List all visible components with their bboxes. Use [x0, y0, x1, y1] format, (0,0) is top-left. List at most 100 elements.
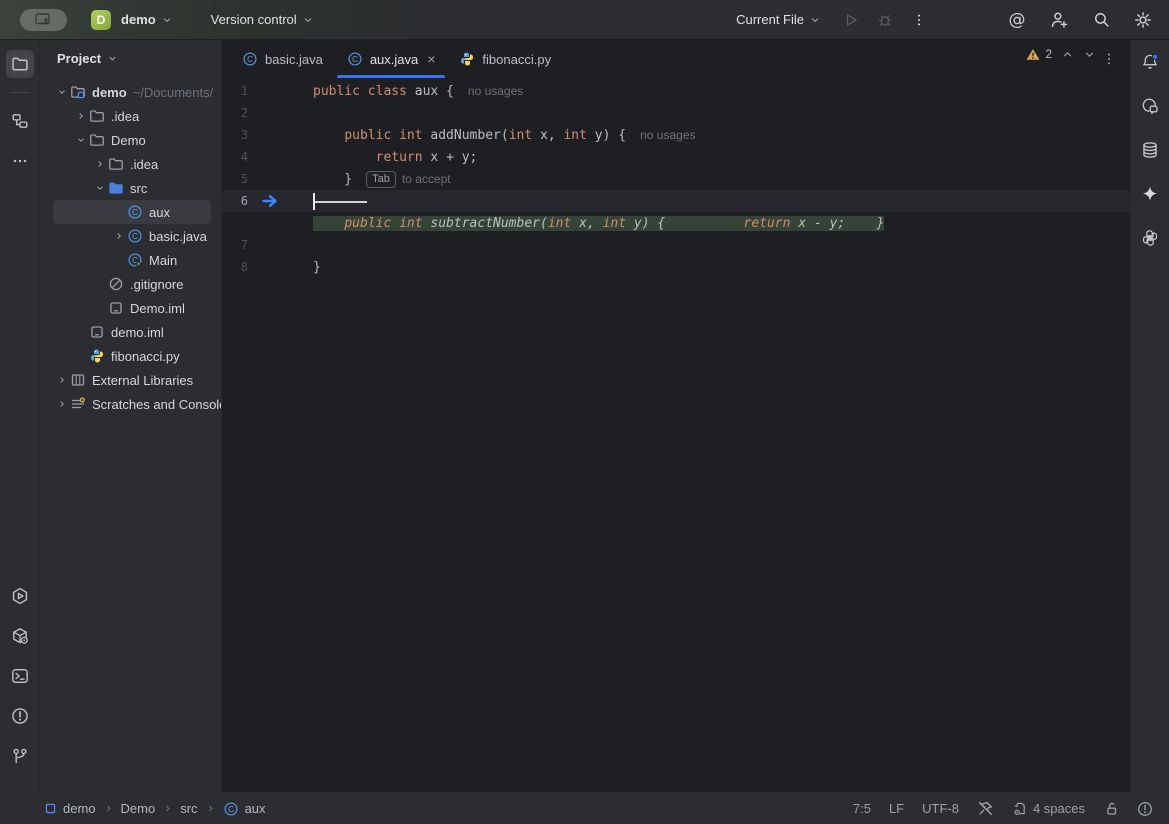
tree-item-src[interactable]: src — [53, 176, 211, 200]
project-switcher[interactable]: demo — [115, 8, 179, 31]
tree-item-aux[interactable]: Caux — [53, 200, 211, 224]
run-config-label: Current File — [736, 12, 804, 27]
chevron-placeholder — [91, 276, 108, 292]
screen-share-pill[interactable] — [20, 9, 67, 31]
chevron-down-icon — [809, 14, 821, 26]
chevron-right-icon[interactable] — [110, 228, 127, 244]
tree-item--idea[interactable]: .idea — [53, 152, 211, 176]
tree-item--idea[interactable]: .idea — [53, 104, 211, 128]
tool-strip-structure-button[interactable] — [6, 107, 34, 135]
chevron-placeholder — [110, 252, 127, 268]
tree-item-label: src — [130, 181, 147, 196]
tool-strip-assistant-button[interactable] — [1140, 96, 1160, 116]
gutter — [248, 194, 313, 208]
svg-text:C: C — [132, 208, 138, 217]
code-line-2[interactable]: 2 — [222, 102, 1130, 124]
chevron-down-icon[interactable] — [91, 180, 108, 196]
svg-text:C: C — [132, 232, 138, 241]
tree-item-scratches-and-consoles[interactable]: Scratches and Consoles — [53, 392, 211, 416]
tool-strip-python-mono-button[interactable] — [1140, 228, 1160, 248]
tool-strip-packages-button[interactable] — [6, 622, 34, 650]
git-icon — [11, 747, 29, 765]
tree-item-label: Demo — [111, 133, 146, 148]
tool-strip-terminal-button[interactable] — [6, 662, 34, 690]
project-panel-header[interactable]: Project — [40, 40, 221, 76]
tab-fibonacci-py[interactable]: fibonacci.py — [447, 40, 563, 78]
tree-item-demo[interactable]: Demo — [53, 128, 211, 152]
tool-strip-project-button[interactable] — [6, 50, 34, 78]
prev-problem-icon[interactable] — [1061, 48, 1074, 61]
tool-strip-services-button[interactable] — [6, 582, 34, 610]
tool-strip-problems-button[interactable] — [6, 702, 34, 730]
code-line-8[interactable]: 8} — [222, 256, 1130, 278]
code-line-4[interactable]: 4 return x + y; — [222, 146, 1130, 168]
run-icon[interactable] — [841, 10, 861, 30]
search-icon[interactable] — [1091, 10, 1111, 30]
keyword-token: public class — [313, 84, 415, 99]
warning-count[interactable]: 2 — [1045, 47, 1052, 61]
tool-strip-notifications-button[interactable] — [1140, 52, 1160, 72]
line-number: 3 — [222, 128, 248, 142]
usages-inlay-hint[interactable]: no usages — [640, 128, 695, 142]
add-user-icon[interactable] — [1049, 10, 1069, 30]
indent-widget[interactable]: 4 spaces — [1012, 801, 1085, 816]
line-separator-widget[interactable]: LF — [889, 801, 904, 816]
code-line-3[interactable]: 3 public int addNumber(int x, int y) {no… — [222, 124, 1130, 146]
code-line-1[interactable]: 1public class aux {no usages — [222, 80, 1130, 102]
chevron-right-icon[interactable] — [72, 108, 89, 124]
chevron-right-icon[interactable] — [91, 156, 108, 172]
tree-item-label: Scratches and Consoles — [92, 397, 221, 412]
close-icon[interactable]: × — [427, 52, 435, 66]
code-line-7[interactable]: 7 — [222, 234, 1130, 256]
breadcrumb-item-demo[interactable]: demo — [44, 801, 96, 816]
tree-item-fibonacci-py[interactable]: fibonacci.py — [53, 344, 211, 368]
breadcrumb-item-demo[interactable]: Demo — [121, 801, 156, 816]
mute-notifications-icon[interactable] — [977, 800, 994, 817]
unlocked-icon[interactable] — [1103, 801, 1119, 817]
chevron-down-icon[interactable] — [53, 84, 70, 100]
tool-strip-sparkle-button[interactable] — [1140, 184, 1160, 204]
tree-item-demo-iml[interactable]: Demo.iml — [53, 296, 211, 320]
settings-gear-icon[interactable] — [1133, 10, 1153, 30]
breadcrumb-item-aux[interactable]: Caux — [223, 801, 266, 817]
warning-icon[interactable] — [1026, 48, 1040, 61]
next-problem-icon[interactable] — [1083, 48, 1096, 61]
tree-item-basic-java[interactable]: Cbasic.java — [53, 224, 211, 248]
code-line-5[interactable]: 5 }Tabto accept — [222, 168, 1130, 190]
tab-label: aux.java — [370, 52, 418, 67]
project-avatar[interactable]: D — [91, 10, 111, 30]
ai-assistant-icon[interactable]: @ — [1007, 10, 1027, 30]
inline-completion-suggestion[interactable]: public int subtractNumber(int x, int y) … — [222, 212, 1130, 234]
tree-item-demo[interactable]: demo~/Documents/ — [53, 80, 211, 104]
tool-strip-database-button[interactable] — [1140, 140, 1160, 160]
chevron-down-icon[interactable] — [72, 132, 89, 148]
run-config-selector[interactable]: Current File — [730, 8, 827, 31]
tab-basic-java[interactable]: Cbasic.java — [230, 40, 335, 78]
code-line-6[interactable]: 6 — [222, 190, 1130, 212]
breadcrumb-item-src[interactable]: src — [180, 801, 197, 816]
vcs-widget[interactable]: Version control — [205, 8, 320, 31]
tree-item-label: basic.java — [149, 229, 207, 244]
vcs-label: Version control — [211, 12, 297, 27]
debug-icon[interactable] — [875, 10, 895, 30]
usages-inlay-hint[interactable]: no usages — [468, 84, 523, 98]
project-tree: demo~/Documents/.ideaDemo.ideasrcCauxCba… — [40, 76, 221, 792]
encoding-widget[interactable]: UTF-8 — [922, 801, 959, 816]
tool-strip-more-button[interactable] — [6, 147, 34, 175]
tree-item-main[interactable]: CMain — [53, 248, 211, 272]
tree-item--gitignore[interactable]: .gitignore — [53, 272, 211, 296]
chevron-right-icon[interactable] — [53, 372, 70, 388]
folder-icon — [89, 108, 107, 124]
tree-item-external-libraries[interactable]: External Libraries — [53, 368, 211, 392]
tab-aux-java[interactable]: Caux.java× — [335, 40, 448, 78]
tool-strip-git-button[interactable] — [6, 742, 34, 770]
more-actions-icon[interactable] — [909, 10, 929, 30]
tab-options-icon[interactable] — [1102, 40, 1130, 78]
code-editor[interactable]: 1public class aux {no usages23 public in… — [222, 78, 1130, 792]
ignored-icon — [108, 276, 126, 292]
tree-item-demo-iml[interactable]: demo.iml — [53, 320, 211, 344]
chevron-right-icon[interactable] — [53, 396, 70, 412]
exclamation-circle-icon[interactable] — [1137, 801, 1153, 817]
caret-position-widget[interactable]: 7:5 — [853, 801, 871, 816]
ai-suggestion-arrow-icon[interactable] — [262, 194, 279, 208]
